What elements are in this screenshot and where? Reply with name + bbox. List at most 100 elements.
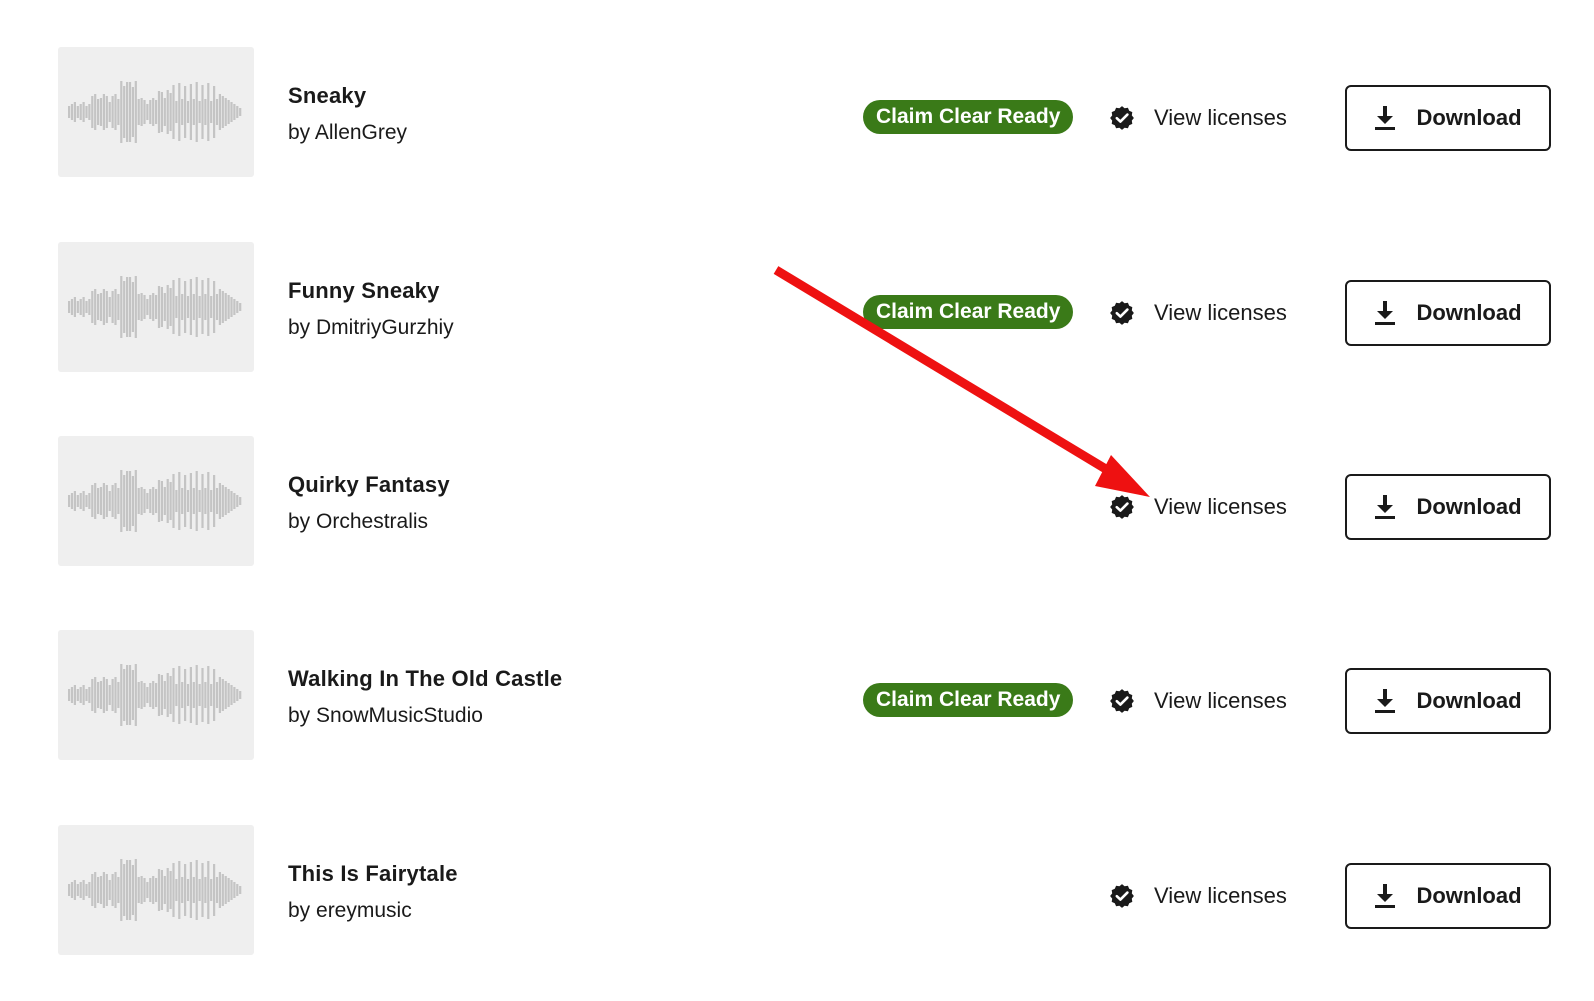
waveform-bar [131, 476, 134, 526]
waveform-bar [134, 470, 137, 532]
download-button[interactable]: Download [1345, 85, 1551, 151]
track-title[interactable]: Walking In The Old Castle [288, 666, 562, 692]
waveform-bar [189, 279, 192, 335]
waveform-bar [149, 683, 152, 707]
waveform-bar [157, 674, 161, 716]
waveform-bar [134, 276, 137, 338]
waveform-bar [99, 876, 103, 904]
waveform-bar [99, 487, 103, 515]
track-thumbnail[interactable] [58, 242, 254, 372]
waveform-bar [221, 96, 224, 128]
waveform-bar [236, 495, 239, 507]
track-title[interactable]: This Is Fairytale [288, 861, 458, 887]
waveform-bar [126, 277, 129, 337]
waveform-bar [207, 83, 210, 141]
track-title[interactable]: Funny Sneaky [288, 278, 454, 304]
waveform-bar [213, 475, 216, 527]
waveform-bar [198, 296, 201, 318]
download-button[interactable]: Download [1345, 863, 1551, 929]
waveform-bar [224, 681, 227, 709]
waveform-bar [239, 691, 242, 699]
track-artist[interactable]: by DmitriyGurzhiy [288, 316, 454, 340]
view-licenses-link[interactable]: View licenses [1110, 298, 1287, 328]
waveform-bar [82, 297, 85, 317]
waveform-bar [160, 675, 163, 715]
waveform-bar [160, 481, 163, 521]
waveform-bar [143, 295, 146, 319]
track-artist[interactable]: by SnowMusicStudio [288, 704, 562, 728]
track-thumbnail[interactable] [58, 630, 254, 760]
track-title[interactable]: Sneaky [288, 83, 407, 109]
waveform-bar [155, 100, 158, 124]
waveform-bar [184, 281, 187, 333]
waveform-bar [175, 684, 178, 706]
track-thumbnail[interactable] [58, 47, 254, 177]
track-title[interactable]: Quirky Fantasy [288, 472, 450, 498]
view-licenses-link[interactable]: View licenses [1110, 103, 1287, 133]
waveform-bar [114, 289, 117, 325]
download-button[interactable]: Download [1345, 668, 1551, 734]
waveform-bar [134, 664, 137, 726]
waveform-bar [155, 295, 158, 319]
waveform-bar [221, 485, 224, 517]
waveform-bar [82, 102, 85, 122]
waveform-bar [114, 872, 117, 908]
view-licenses-link[interactable]: View licenses [1110, 686, 1287, 716]
track-thumbnail[interactable] [58, 436, 254, 566]
waveform-bar [192, 488, 195, 514]
view-licenses-label: View licenses [1154, 688, 1287, 713]
waveform-bar [160, 287, 163, 327]
waveform-bar [169, 288, 172, 326]
waveform-bar [186, 296, 190, 318]
waveform-bar [215, 294, 219, 320]
waveform-bar [172, 863, 175, 917]
waveform-bar [166, 673, 169, 717]
track-artist[interactable]: by Orchestralis [288, 510, 450, 534]
waveform-bar [166, 479, 169, 523]
waveform-bar [152, 876, 155, 904]
waveform-bar [131, 282, 134, 332]
waveform-bar [137, 682, 140, 708]
view-licenses-link[interactable]: View licenses [1110, 881, 1287, 911]
waveform-bar [181, 877, 184, 903]
waveform-bar [126, 471, 129, 531]
waveform-bar [207, 278, 210, 336]
download-button[interactable]: Download [1345, 280, 1551, 346]
waveform-bar [82, 685, 85, 705]
waveform-bar [163, 98, 166, 126]
waveform-bar [99, 681, 103, 709]
waveform-bar [178, 83, 181, 141]
waveform-bar [91, 96, 94, 128]
waveform-bar [97, 488, 100, 514]
waveform-bar [73, 880, 76, 900]
track-info: Quirky Fantasy by Orchestralis [288, 472, 450, 534]
waveform-bar [102, 677, 105, 713]
waveform-bar [175, 101, 178, 123]
waveform-bar [143, 683, 146, 707]
waveform-bar [155, 683, 158, 707]
waveform-bar [181, 682, 184, 708]
waveform-bar [143, 878, 146, 902]
download-button[interactable]: Download [1345, 474, 1551, 540]
track-thumbnail[interactable] [58, 825, 254, 955]
track-artist[interactable]: by AllenGrey [288, 121, 407, 145]
waveform-bar [79, 104, 82, 120]
track-info: Funny Sneaky by DmitriyGurzhiy [288, 278, 454, 340]
waveform-bar [178, 666, 181, 724]
waveform-icon [68, 470, 242, 532]
waveform-bar [88, 299, 91, 315]
view-licenses-link[interactable]: View licenses [1110, 492, 1287, 522]
download-label: Download [1416, 300, 1522, 325]
waveform-bar [239, 303, 242, 311]
waveform-bar [99, 293, 103, 321]
waveform-bar [108, 297, 111, 317]
waveform-bar [204, 877, 207, 903]
waveform-bar [204, 488, 207, 514]
waveform-bar [172, 668, 175, 722]
track-artist[interactable]: by ereymusic [288, 899, 458, 923]
waveform-bar [207, 666, 210, 724]
waveform-bar [218, 289, 221, 325]
waveform-bar [236, 106, 239, 118]
waveform-bar [137, 877, 140, 903]
waveform-bar [239, 886, 242, 894]
